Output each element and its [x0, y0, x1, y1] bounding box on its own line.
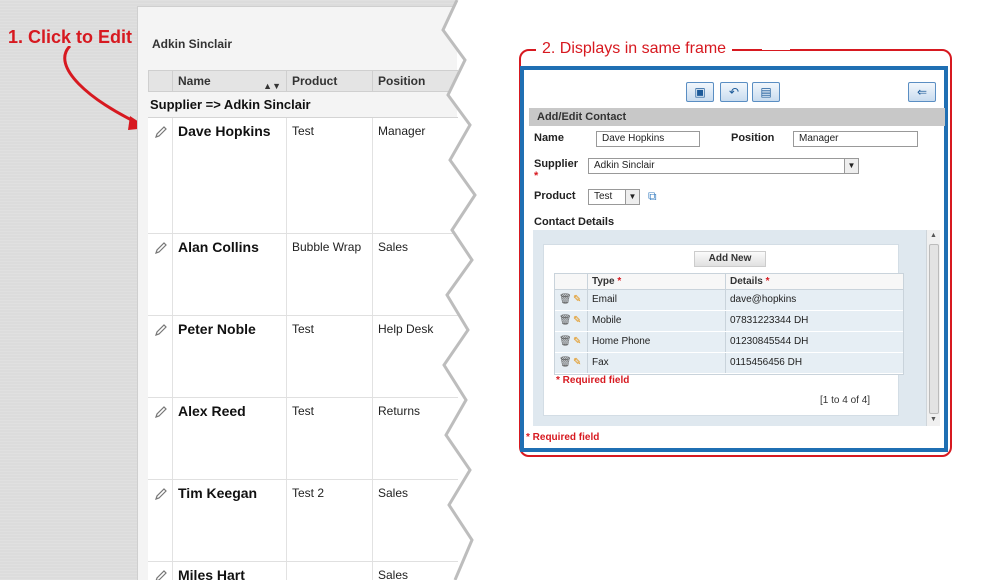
details-value: dave@hopkins	[725, 290, 903, 310]
undo-icon: ↶	[728, 85, 740, 99]
position-field[interactable]: Manager	[793, 131, 918, 147]
scrollbar[interactable]: ▲ ▼	[926, 230, 940, 426]
contact-name: Tim Keegan	[178, 485, 258, 501]
details-header-actions	[555, 274, 587, 289]
save-button[interactable]: ▣	[686, 82, 714, 102]
contact-product: Test	[292, 124, 315, 138]
contact-name: Alan Collins	[178, 239, 259, 255]
edit-pencil-icon[interactable]	[153, 124, 169, 140]
chevron-down-icon[interactable]: ▼	[625, 190, 639, 204]
details-type: Home Phone	[587, 332, 725, 352]
name-label: Name	[534, 132, 564, 144]
supplier-select-value: Adkin Sinclair	[594, 160, 655, 171]
section-title: Add/Edit Contact	[529, 108, 945, 126]
contact-product: Test	[292, 322, 315, 336]
add-new-button[interactable]: Add New	[694, 251, 766, 267]
scroll-thumb[interactable]	[929, 244, 939, 414]
scroll-down-icon[interactable]: ▼	[930, 416, 937, 423]
product-select[interactable]: Test ▼	[588, 189, 640, 205]
column-header-product[interactable]: Product	[286, 71, 372, 92]
edit-pencil-icon[interactable]	[153, 568, 169, 580]
details-header-type: Type *	[587, 274, 725, 289]
sort-icon[interactable]: ▲▼	[263, 76, 281, 97]
product-label: Product	[534, 190, 576, 202]
contact-name: Dave Hopkins	[178, 123, 271, 139]
details-row[interactable]: 🗑 ✎ Home Phone 01230845544 DH	[555, 332, 903, 353]
edit-contact-content: ▣ ↶ ▤ ⇐ Add/Edit Contact Name Dave Hopki…	[524, 70, 945, 448]
details-type: Email	[587, 290, 725, 310]
required-field-note: * Required field	[556, 375, 630, 386]
product-select-value: Test	[594, 191, 613, 202]
column-header-name[interactable]: Name ▲▼	[172, 71, 286, 92]
pager-info: [1 to 4 of 4]	[820, 395, 871, 406]
scroll-up-icon[interactable]: ▲	[930, 232, 937, 239]
contact-product: Bubble Wrap	[292, 240, 362, 254]
supplier-select[interactable]: Adkin Sinclair ▼	[588, 158, 859, 174]
supplier-label: Supplier	[534, 158, 579, 170]
trash-icon[interactable]: 🗑	[559, 315, 572, 327]
delete-button[interactable]: ▤	[752, 82, 780, 102]
details-row[interactable]: 🗑 ✎ Mobile 07831223344 DH	[555, 311, 903, 332]
edit-pencil-icon[interactable]	[153, 486, 169, 502]
position-label: Position	[731, 132, 775, 144]
required-star: *	[765, 276, 770, 287]
details-type: Fax	[587, 353, 725, 373]
outline-gap	[762, 48, 790, 50]
contact-name: Peter Noble	[178, 321, 256, 337]
contact-details-table: Type * Details * 🗑 ✎ Email dave@hopkins …	[554, 273, 904, 375]
details-header-details-label: Details	[730, 276, 763, 287]
contact-product: Test	[292, 404, 315, 418]
contact-details-card: Add New Type * Details * 🗑 ✎ Email dave@…	[543, 244, 904, 416]
trash-icon[interactable]: 🗑	[559, 357, 572, 369]
details-header-details: Details *	[725, 274, 903, 289]
edit-pencil-icon[interactable]	[153, 322, 169, 338]
edit-contact-frame: ▣ ↶ ▤ ⇐ Add/Edit Contact Name Dave Hopki…	[520, 66, 948, 452]
undo-button[interactable]: ↶	[720, 82, 748, 102]
torn-edge-decoration	[441, 0, 500, 580]
contact-name: Alex Reed	[178, 403, 246, 419]
contact-details-label: Contact Details	[534, 216, 615, 228]
name-field[interactable]: Dave Hopkins	[596, 131, 700, 147]
details-row[interactable]: 🗑 ✎ Email dave@hopkins	[555, 290, 903, 311]
back-button[interactable]: ⇐	[908, 82, 936, 102]
details-header-type-label: Type	[592, 276, 615, 287]
details-value: 01230845544 DH	[725, 332, 903, 352]
step1-callout: 1. Click to Edit	[8, 27, 133, 47]
save-icon: ▣	[694, 85, 706, 99]
required-star: *	[617, 276, 622, 287]
pencil-icon[interactable]: ✎	[573, 336, 583, 348]
contact-product: Test 2	[292, 486, 325, 500]
back-icon: ⇐	[916, 85, 928, 99]
delete-icon: ▤	[760, 85, 772, 99]
required-star: *	[534, 170, 539, 182]
details-type: Mobile	[587, 311, 725, 331]
details-row[interactable]: 🗑 ✎ Fax 0115456456 DH	[555, 353, 903, 374]
column-header-name-label: Name	[178, 74, 211, 88]
lookup-icon[interactable]: ⧉	[648, 189, 657, 204]
contact-name: Miles Hart	[178, 567, 245, 580]
required-field-note: * Required field	[526, 432, 600, 443]
grid-header-edit-col	[148, 71, 172, 92]
details-value: 0115456456 DH	[725, 353, 903, 373]
pencil-icon[interactable]: ✎	[573, 357, 583, 369]
chevron-down-icon[interactable]: ▼	[844, 159, 858, 173]
details-value: 07831223344 DH	[725, 311, 903, 331]
supplier-title: Adkin Sinclair	[152, 37, 233, 51]
group-header: Supplier => Adkin Sinclair	[150, 97, 311, 112]
step2-callout: 2. Displays in same frame	[536, 40, 733, 58]
trash-icon[interactable]: 🗑	[559, 294, 572, 306]
edit-pencil-icon[interactable]	[153, 404, 169, 420]
trash-icon[interactable]: 🗑	[559, 336, 572, 348]
details-table-header: Type * Details *	[555, 274, 903, 290]
pencil-icon[interactable]: ✎	[573, 315, 583, 327]
edit-pencil-icon[interactable]	[153, 240, 169, 256]
pencil-icon[interactable]: ✎	[573, 294, 583, 306]
